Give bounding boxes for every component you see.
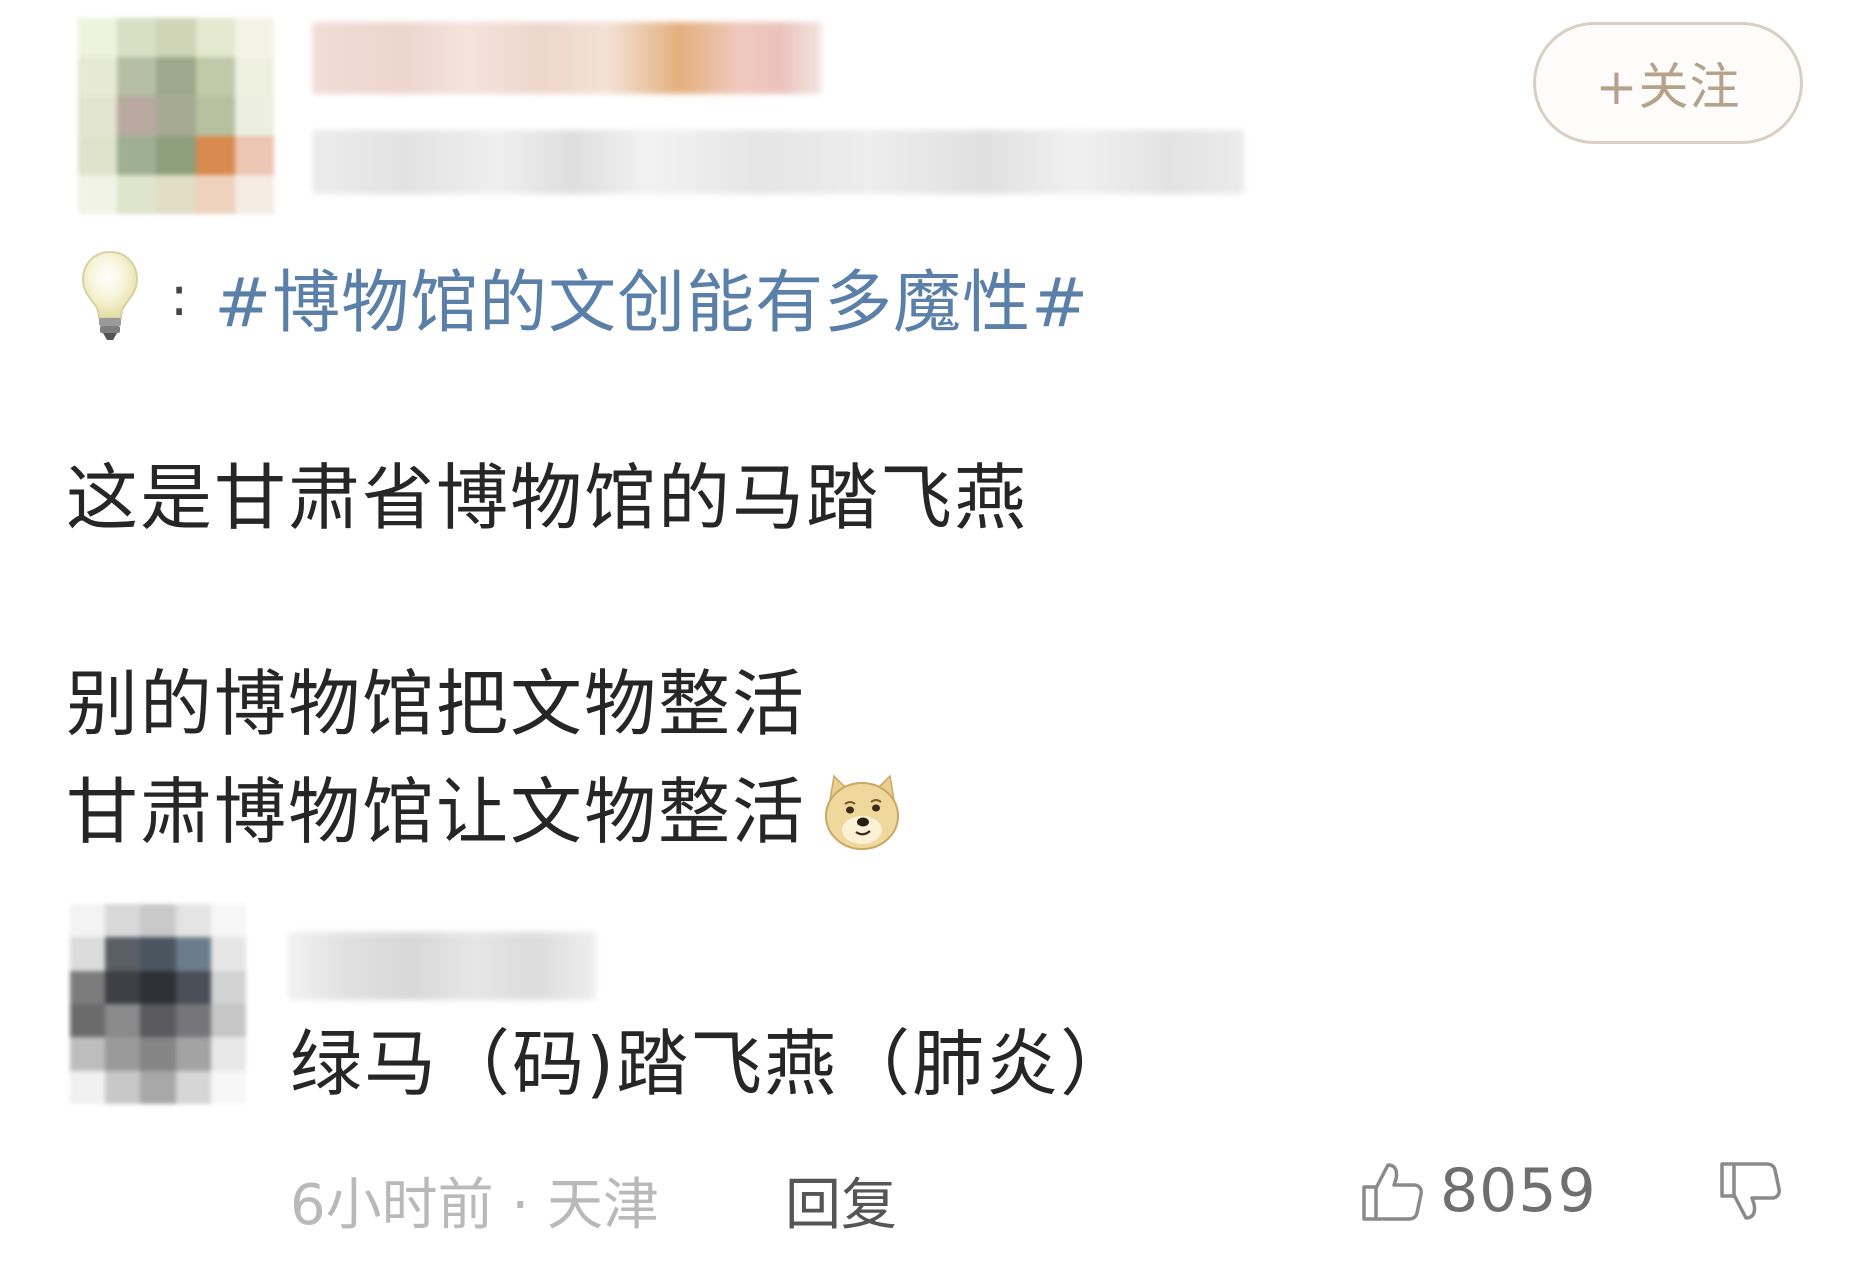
thumb-up-icon — [1362, 1163, 1423, 1221]
topic-line: : #博物馆的文创能有多魔性# — [78, 246, 1089, 346]
reply-button[interactable]: 回复 — [785, 1160, 897, 1241]
topic-hashtag-link[interactable]: #博物馆的文创能有多魔性# — [214, 247, 1089, 346]
comment-time-location: 6小时前 · 天津 — [290, 1173, 660, 1238]
like-button[interactable]: 8059 — [1358, 1152, 1597, 1230]
post-meta-blurred — [312, 130, 1244, 194]
topic-separator: : — [170, 264, 189, 328]
post-text: 甘肃博物馆让文物整活 — [66, 770, 807, 854]
post-text-line: 这是甘肃省博物馆的马踏飞燕 — [66, 456, 1029, 540]
commenter-name-blurred[interactable] — [288, 932, 596, 1000]
lightbulb-icon — [81, 250, 139, 340]
doge-emoji-icon — [825, 774, 900, 850]
follow-button[interactable]: +关注 — [1533, 22, 1803, 144]
commenter-avatar[interactable] — [70, 904, 246, 1104]
thumb-down-icon[interactable] — [1716, 1158, 1784, 1226]
post-text-line: 别的博物馆把文物整活 — [66, 662, 807, 746]
comment-text: 绿马（码)踏飞燕（肺炎） — [290, 1022, 1135, 1106]
post-author-name-blurred[interactable] — [312, 22, 822, 94]
post-text-line-with-emoji: 甘肃博物馆让文物整活 — [66, 770, 904, 854]
like-count: 8059 — [1440, 1156, 1597, 1226]
post-author-avatar[interactable] — [78, 18, 274, 214]
